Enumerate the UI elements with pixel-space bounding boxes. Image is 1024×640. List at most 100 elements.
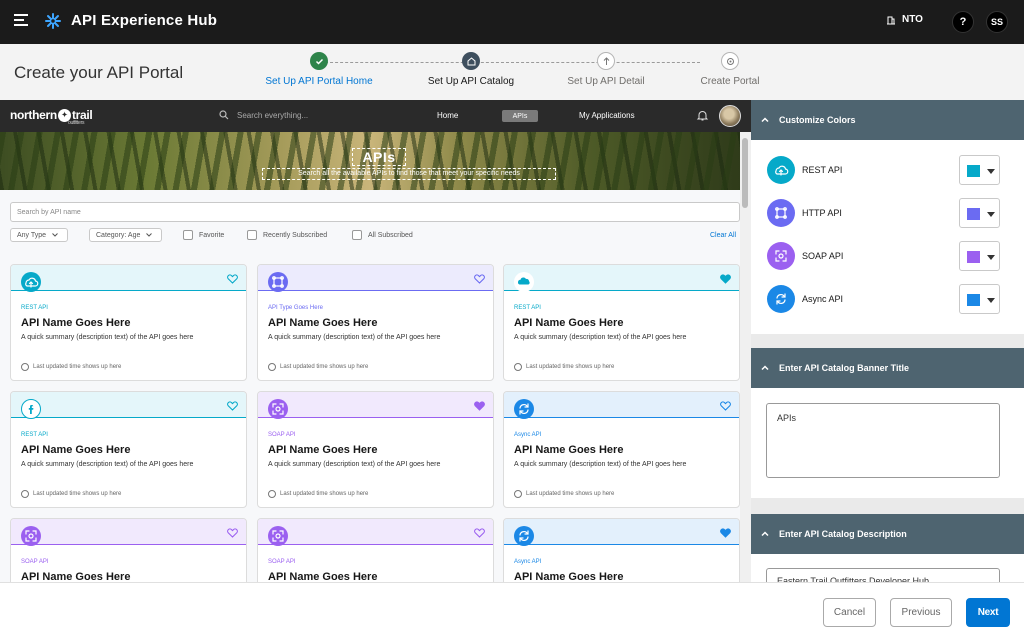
customize-colors-section: Customize Colors REST API HTTP API SOAP AP… [751,100,1024,334]
nav-home[interactable]: Home [437,111,458,120]
card-description: A quick summary (description text) of th… [21,334,194,341]
step-api-detail[interactable]: Set Up API Detail [536,52,676,87]
card-header [504,392,739,418]
portal-search[interactable]: Search everything... [219,110,308,120]
card-api-type: REST API [514,305,541,311]
preview-scrollbar[interactable] [740,132,751,582]
color-picker-rest[interactable] [959,155,1000,185]
caret-down-icon [987,169,995,174]
favorite-heart-icon[interactable] [474,398,485,411]
all-subscribed-checkbox[interactable]: All Subscribed [352,230,413,240]
facebook-icon [21,399,41,419]
color-swatch [967,294,980,306]
card-description: A quick summary (description text) of th… [268,334,441,341]
api-card[interactable]: SOAP API API Name Goes Here [257,518,494,582]
card-api-name[interactable]: API Name Goes Here [268,317,377,329]
clock-icon [268,363,276,371]
favorite-checkbox[interactable]: Favorite [183,230,224,240]
favorite-heart-icon[interactable] [227,525,238,538]
previous-button[interactable]: Previous [890,598,952,627]
color-picker-async[interactable] [959,284,1000,314]
color-row-rest: REST API [767,155,1007,185]
chevron-down-icon [52,233,58,237]
api-card[interactable]: Async API API Name Goes Here [503,518,740,582]
banner-title-header[interactable]: Enter API Catalog Banner Title [751,348,1024,388]
rest-api-icon [21,272,41,292]
step-api-catalog[interactable]: Set Up API Catalog [401,52,541,87]
api-card[interactable]: REST API API Name Goes Here A quick summar… [10,391,247,508]
card-api-name[interactable]: API Name Goes Here [514,571,623,582]
catalog-description-section: Enter API Catalog Description Eastern Tr… [751,514,1024,582]
favorite-heart-icon[interactable] [474,271,485,284]
org-name: NTO [902,14,923,25]
cancel-button[interactable]: Cancel [823,598,876,627]
card-api-name[interactable]: API Name Goes Here [268,444,377,456]
bell-icon[interactable] [696,109,709,122]
catalog-description-textarea[interactable]: Eastern Trail Outfitters Developer Hub [766,568,1000,582]
next-button[interactable]: Next [966,598,1010,627]
clock-icon [514,363,522,371]
banner-title-textarea[interactable]: APIs [766,403,1000,478]
favorite-heart-icon[interactable] [720,271,731,284]
card-last-updated: Last updated time shows up here [21,363,121,371]
menu-icon[interactable] [14,14,28,26]
card-time-text: Last updated time shows up here [33,491,122,497]
card-api-name[interactable]: API Name Goes Here [268,571,377,582]
card-api-name[interactable]: API Name Goes Here [21,444,130,456]
recently-subscribed-checkbox[interactable]: Recently Subscribed [247,230,327,240]
soap-api-icon [21,526,41,546]
card-description: A quick summary (description text) of th… [21,461,194,468]
step-label: Set Up API Detail [567,76,645,87]
scrollbar-thumb[interactable] [742,138,748,208]
color-row-label: SOAP API [802,251,844,261]
portal-user-avatar[interactable] [719,105,741,127]
top-bar: API Experience Hub NTO ? SS [0,0,1024,44]
nav-apis[interactable]: APIs [502,110,538,122]
clear-all-link[interactable]: Clear All [710,232,736,239]
card-api-type: REST API [21,432,48,438]
api-search-input[interactable]: Search by API name [10,202,740,222]
catalog-description-heading: Enter API Catalog Description [779,529,907,539]
http-api-icon [268,272,288,292]
page-title: Create your API Portal [14,63,184,82]
card-api-type: Async API [514,432,542,438]
color-row-label: Async API [802,294,844,304]
portal-preview: northern ✦ trail outfitters Search everyth… [0,100,751,582]
card-api-name[interactable]: API Name Goes Here [21,571,130,582]
card-header [504,519,739,545]
help-button[interactable]: ? [952,11,974,33]
api-card[interactable]: API Type Goes Here API Name Goes Here A qu… [257,264,494,381]
step-create-portal[interactable]: Create Portal [660,52,800,87]
card-last-updated: Last updated time shows up here [268,490,368,498]
clock-icon [21,363,29,371]
type-filter[interactable]: Any Type [10,228,68,242]
api-card[interactable]: Async API API Name Goes Here A quick summa… [503,391,740,508]
org-switcher[interactable]: NTO [886,14,923,25]
favorite-heart-icon[interactable] [227,271,238,284]
customize-colors-header[interactable]: Customize Colors [751,100,1024,140]
api-card[interactable]: REST API API Name Goes Here A quick summar… [10,264,247,381]
card-time-text: Last updated time shows up here [280,364,369,370]
catalog-description-header[interactable]: Enter API Catalog Description [751,514,1024,554]
user-avatar[interactable]: SS [986,11,1008,33]
api-card[interactable]: SOAP API API Name Goes Here A quick summar… [257,391,494,508]
card-api-name[interactable]: API Name Goes Here [514,444,623,456]
check-icon [310,52,328,70]
category-filter[interactable]: Category: Age [89,228,162,242]
favorite-heart-icon[interactable] [474,525,485,538]
card-header [258,265,493,291]
color-picker-http[interactable] [959,198,1000,228]
favorite-heart-icon[interactable] [720,525,731,538]
search-icon [219,110,229,120]
card-api-name[interactable]: API Name Goes Here [514,317,623,329]
step-portal-home[interactable]: Set Up API Portal Home [249,52,389,87]
nav-my-applications[interactable]: My Applications [579,111,635,120]
color-picker-soap[interactable] [959,241,1000,271]
favorite-heart-icon[interactable] [720,398,731,411]
favorite-heart-icon[interactable] [227,398,238,411]
chevron-down-icon [146,233,153,237]
portal-logo[interactable]: northern ✦ trail outfitters [10,108,93,126]
api-card[interactable]: SOAP API API Name Goes Here [10,518,247,582]
card-api-name[interactable]: API Name Goes Here [21,317,130,329]
api-card[interactable]: REST API API Name Goes Here A quick summar… [503,264,740,381]
